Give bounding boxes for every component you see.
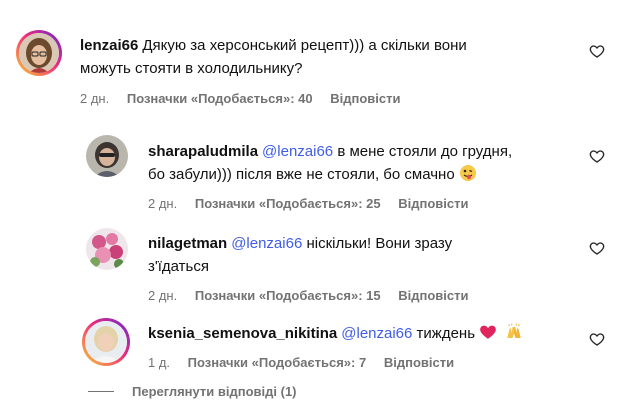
comment-body-line1: тиждень — [416, 325, 476, 342]
reply-button[interactable]: Відповісти — [398, 288, 468, 303]
username[interactable]: ksenia_semenova_nikitina — [148, 325, 337, 342]
reply-button[interactable]: Відповісти — [398, 196, 468, 211]
comment-text: nilagetman @lenzai66 ніскільки! Вони зраз… — [148, 232, 578, 278]
avatar[interactable] — [86, 135, 128, 177]
comment-body-line1: в мене стояли до грудня, — [337, 143, 513, 160]
username[interactable]: lenzai66 — [80, 37, 138, 54]
comment-meta: 2 дн. Позначки «Подобається»: 15 Відпові… — [148, 288, 483, 303]
avatar-photo — [85, 321, 127, 363]
avatar[interactable] — [16, 30, 62, 76]
timestamp: 2 дн. — [148, 196, 178, 211]
comment-meta: 2 дн. Позначки «Подобається»: 40 Відпові… — [80, 91, 415, 106]
mention-link[interactable]: @lenzai66 — [341, 325, 412, 342]
avatar[interactable] — [86, 228, 128, 270]
previous-content-fragment — [0, 0, 624, 6]
username[interactable]: nilagetman — [148, 235, 227, 252]
reply-button[interactable]: Відповісти — [384, 355, 454, 370]
avatar-photo — [86, 135, 128, 177]
view-replies-label: Переглянути відповіді (1) — [132, 384, 297, 399]
likes-count[interactable]: Позначки «Подобається»: 25 — [195, 196, 381, 211]
likes-count[interactable]: Позначки «Подобається»: 40 — [127, 91, 313, 106]
comments-panel: lenzai66 Дякую за херсонський рецепт))) а… — [0, 0, 624, 409]
comment-meta: 1 д. Позначки «Подобається»: 7 Відповіст… — [148, 355, 468, 370]
comment-text: lenzai66 Дякую за херсонський рецепт))) а… — [80, 34, 580, 80]
timestamp: 2 дн. — [80, 91, 110, 106]
avatar-photo — [86, 228, 128, 270]
mention-link[interactable]: @lenzai66 — [262, 143, 333, 160]
divider-line — [88, 391, 114, 392]
mention-link[interactable]: @lenzai66 — [231, 235, 302, 252]
comment-body-line2: можуть стояти в холодильнику? — [80, 60, 303, 77]
username[interactable]: sharapaludmila — [148, 143, 258, 160]
heart-outline-icon[interactable] — [589, 240, 605, 256]
reply-button[interactable]: Відповісти — [330, 91, 400, 106]
winking-tongue-emoji — [459, 164, 477, 189]
comment-body-line2: з'їдаться — [148, 258, 209, 275]
timestamp: 2 дн. — [148, 288, 178, 303]
avatar[interactable] — [82, 318, 130, 366]
comment-body-line2: бо забули))) після вже не стояли, бо сма… — [148, 166, 455, 183]
heart-outline-icon[interactable] — [589, 43, 605, 59]
red-heart-emoji — [479, 323, 497, 348]
view-replies-button[interactable]: Переглянути відповіді (1) — [88, 384, 297, 399]
heart-outline-icon[interactable] — [589, 331, 605, 347]
comment-body-line1: Дякую за херсонський рецепт))) а скільки… — [142, 37, 467, 54]
raising-hands-emoji — [505, 323, 523, 348]
likes-count[interactable]: Позначки «Подобається»: 7 — [188, 355, 367, 370]
comment-text: ksenia_semenova_nikitina @lenzai66 тижден… — [148, 322, 578, 348]
comment-body-line1: ніскільки! Вони зразу — [306, 235, 453, 252]
heart-outline-icon[interactable] — [589, 148, 605, 164]
likes-count[interactable]: Позначки «Подобається»: 15 — [195, 288, 381, 303]
timestamp: 1 д. — [148, 355, 171, 370]
avatar-photo — [19, 33, 59, 73]
comment-text: sharapaludmila @lenzai66 в мене стояли до… — [148, 140, 578, 189]
comment-meta: 2 дн. Позначки «Подобається»: 25 Відпові… — [148, 196, 483, 211]
